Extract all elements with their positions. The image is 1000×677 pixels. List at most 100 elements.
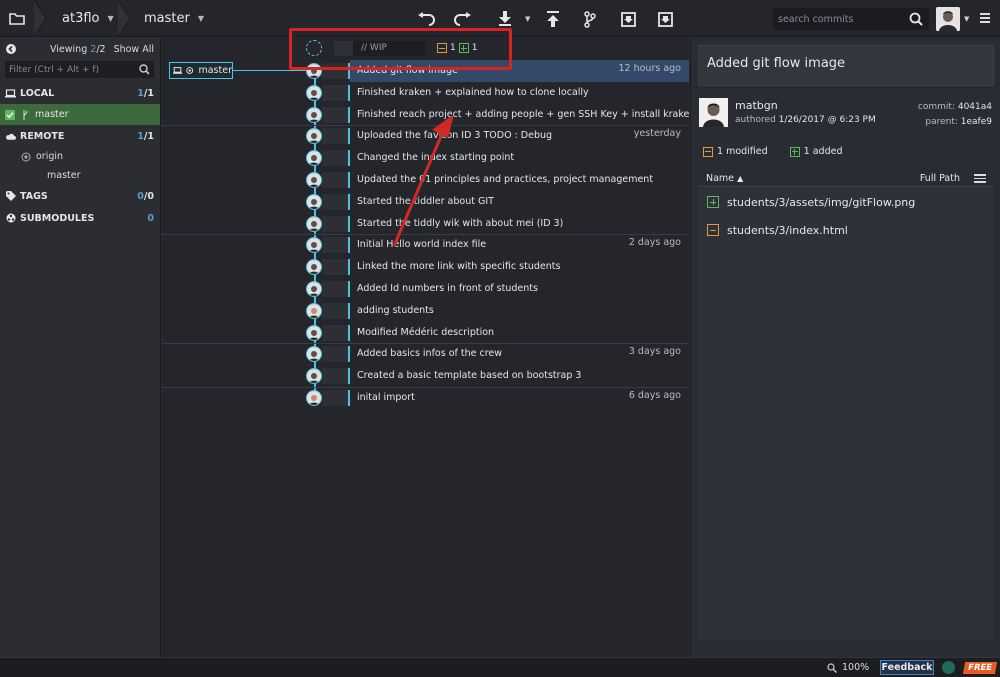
changed-file-row[interactable]: students/3/assets/img/gitFlow.png bbox=[698, 188, 994, 216]
commit-author-avatar[interactable] bbox=[306, 259, 322, 276]
commit-lane-bar bbox=[322, 215, 350, 232]
collapse-left-icon[interactable] bbox=[6, 44, 16, 54]
commit-sha[interactable]: 4041a4 bbox=[958, 102, 992, 112]
chevron-down-icon[interactable]: ▼ bbox=[964, 15, 969, 23]
remote-origin-label: origin bbox=[36, 151, 64, 162]
commit-author-avatar[interactable] bbox=[306, 302, 322, 319]
commit-author-avatar[interactable] bbox=[306, 281, 322, 297]
branch-icon bbox=[23, 109, 28, 120]
commit-row[interactable]: Added basics infos of the crew 3 days ago bbox=[162, 343, 689, 365]
parent-sha[interactable]: 1eafe9 bbox=[961, 117, 992, 127]
remote-branch-master[interactable]: master bbox=[0, 166, 160, 185]
feedback-button[interactable]: Feedback bbox=[880, 660, 934, 675]
full-path-toggle[interactable]: Full Path bbox=[920, 173, 960, 184]
commit-author-avatar[interactable] bbox=[306, 84, 322, 101]
remote-label: REMOTE bbox=[20, 130, 65, 142]
remote-origin-icon bbox=[21, 152, 31, 161]
commit-author-avatar[interactable] bbox=[306, 237, 322, 254]
pop-button[interactable] bbox=[652, 6, 678, 32]
commit-lane-edge bbox=[348, 106, 350, 123]
commit-row[interactable]: Finished kraken + explained how to clone… bbox=[162, 82, 689, 104]
commit-author-avatar[interactable] bbox=[306, 390, 322, 406]
commit-lane-edge bbox=[348, 128, 350, 145]
commit-author-avatar[interactable] bbox=[306, 324, 322, 341]
file-path: students/3/assets/img/gitFlow.png bbox=[727, 195, 916, 209]
show-all-link[interactable]: Show All bbox=[114, 44, 154, 55]
pull-options-chevron-icon[interactable]: ▼ bbox=[525, 15, 530, 23]
kraken-icon[interactable] bbox=[942, 661, 955, 674]
commit-author-avatar[interactable] bbox=[306, 346, 322, 363]
commit-time: yesterday bbox=[633, 128, 681, 140]
commit-message: Modified Médéric description bbox=[357, 326, 495, 338]
redo-icon bbox=[454, 12, 471, 26]
tag-icon bbox=[5, 191, 16, 202]
commit-author-avatar[interactable] bbox=[306, 368, 322, 385]
file-path: students/3/index.html bbox=[727, 223, 848, 237]
changed-files-list: students/3/assets/img/gitFlow.png student… bbox=[698, 188, 994, 640]
sort-by-name[interactable]: Name ▲ bbox=[706, 173, 743, 184]
commit-message: Linked the more link with specific stude… bbox=[357, 261, 561, 273]
repo-selector[interactable]: at3flo ▼ bbox=[62, 0, 114, 37]
commit-lane-bar bbox=[322, 193, 350, 210]
commit-row[interactable]: Modified Médéric description bbox=[162, 322, 689, 344]
commit-row[interactable]: inital import 6 days ago bbox=[162, 387, 689, 409]
commit-detail-panel: Added git flow image matbgn authored 1/2… bbox=[690, 38, 1000, 657]
commit-lane-bar bbox=[322, 172, 350, 188]
commit-author-avatar[interactable] bbox=[306, 128, 322, 145]
commit-row[interactable]: adding students bbox=[162, 300, 689, 322]
commit-author-avatar[interactable] bbox=[306, 215, 322, 232]
search-icon bbox=[139, 64, 150, 75]
name-column-label: Name bbox=[706, 173, 735, 184]
commit-ids: commit: 4041a4 parent: 1eafe9 bbox=[918, 100, 992, 130]
local-section-header[interactable]: LOCAL 1/1 bbox=[0, 82, 160, 104]
avatar-portrait-icon bbox=[307, 239, 321, 253]
commit-lane-edge bbox=[348, 368, 350, 385]
commit-author-avatar[interactable] bbox=[306, 106, 322, 123]
commit-author-avatar[interactable] bbox=[306, 193, 322, 210]
submodules-section-header[interactable]: SUBMODULES 0 bbox=[0, 207, 160, 229]
commit-row[interactable]: Linked the more link with specific stude… bbox=[162, 256, 689, 278]
avatar-portrait-icon bbox=[307, 130, 321, 144]
user-avatar[interactable] bbox=[936, 7, 960, 31]
branch-button[interactable] bbox=[577, 6, 603, 32]
authored-label: authored bbox=[735, 115, 776, 125]
modified-icon bbox=[703, 146, 713, 157]
remote-branch-label: master bbox=[47, 170, 81, 181]
author-name: matbgn bbox=[735, 99, 778, 112]
list-view-icon[interactable] bbox=[974, 174, 986, 185]
remote-origin[interactable]: origin bbox=[0, 147, 160, 166]
filter-input[interactable] bbox=[9, 64, 139, 75]
commit-lane-edge bbox=[348, 302, 350, 319]
commit-author-avatar[interactable] bbox=[306, 150, 322, 167]
submodules-count: 0 bbox=[147, 212, 154, 224]
gitkraken-window: at3flo ▼ master ▼ ▼ search commits ▼ Vie… bbox=[0, 0, 1000, 677]
submodule-icon bbox=[5, 213, 16, 224]
zoom-control[interactable]: 100% bbox=[827, 662, 869, 673]
stash-button[interactable] bbox=[615, 6, 641, 32]
author-avatar bbox=[699, 98, 728, 127]
local-label: LOCAL bbox=[20, 87, 55, 99]
tags-section-header[interactable]: TAGS 0/0 bbox=[0, 185, 160, 207]
menu-icon[interactable] bbox=[980, 13, 990, 25]
annotation-arrow-icon bbox=[392, 116, 454, 247]
viewing-label: Viewing bbox=[49, 43, 88, 55]
left-sidebar: Viewing 2/2 Show All LOCAL 1/1 master RE… bbox=[0, 38, 161, 657]
commit-author-avatar[interactable] bbox=[306, 172, 322, 188]
branch-selector[interactable]: master ▼ bbox=[144, 0, 204, 37]
laptop-icon bbox=[5, 88, 16, 99]
commit-title[interactable]: Added git flow image bbox=[698, 45, 994, 86]
avatar-portrait-icon bbox=[307, 283, 321, 296]
free-badge[interactable]: FREE bbox=[962, 662, 998, 674]
commit-lane-edge bbox=[348, 324, 350, 341]
commit-row[interactable]: Added Id numbers in front of students bbox=[162, 278, 689, 300]
changed-file-row[interactable]: students/3/index.html bbox=[698, 216, 994, 244]
local-branch-master[interactable]: master bbox=[0, 104, 160, 125]
repo-folder-button[interactable] bbox=[0, 0, 34, 37]
search-commits-input[interactable] bbox=[778, 13, 903, 25]
push-button[interactable] bbox=[540, 6, 566, 32]
search-icon[interactable] bbox=[909, 12, 923, 26]
commit-row[interactable]: Created a basic template based on bootst… bbox=[162, 365, 689, 387]
commit-lane-edge bbox=[348, 259, 350, 276]
remote-section-header[interactable]: REMOTE 1/1 bbox=[0, 125, 160, 147]
modified-count: 1 modified bbox=[717, 146, 768, 157]
